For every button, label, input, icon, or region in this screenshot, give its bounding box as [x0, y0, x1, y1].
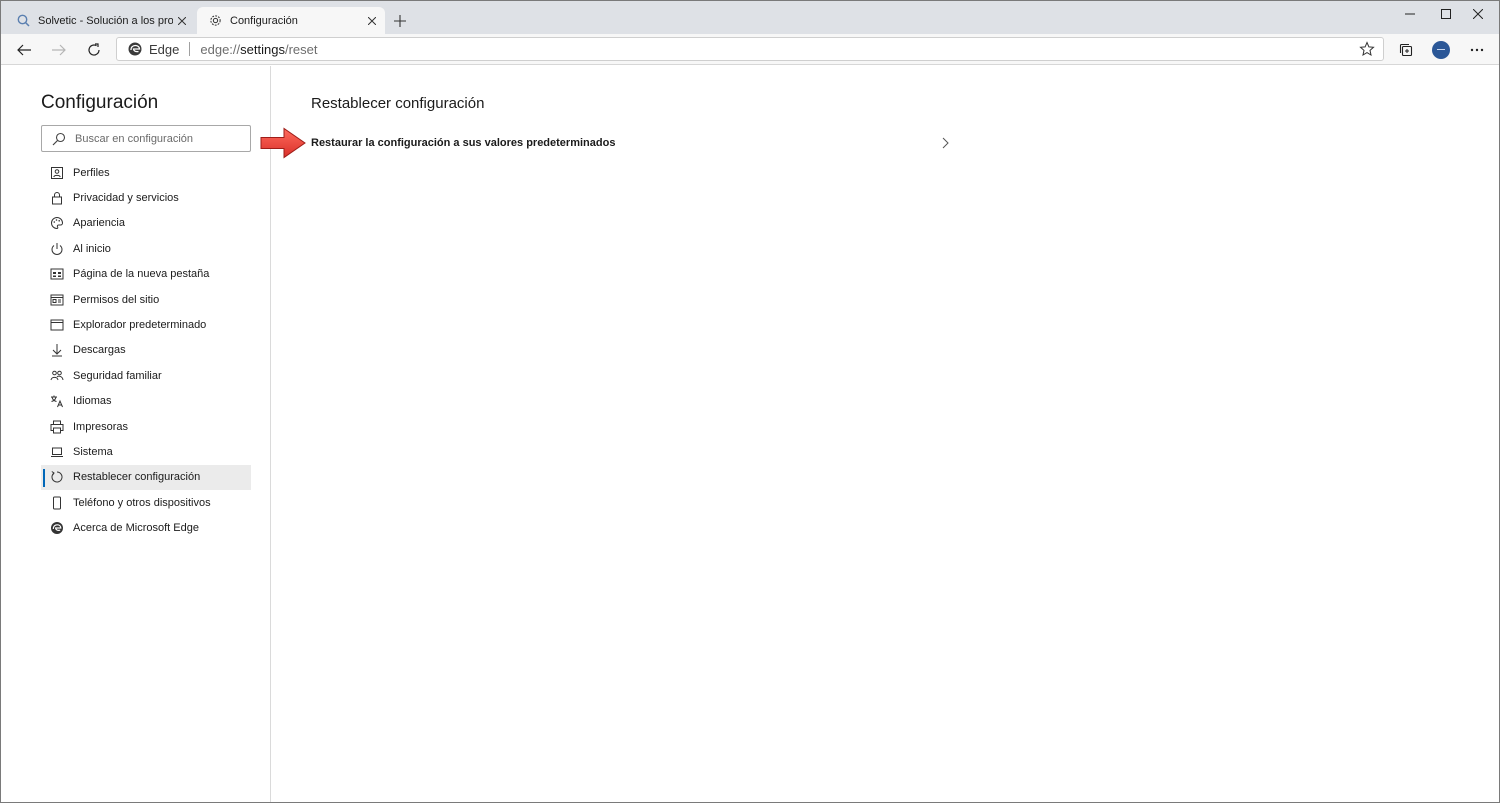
tab-title: Configuración: [230, 14, 298, 27]
sidebar-item-privacidad[interactable]: Privacidad y servicios: [41, 185, 251, 210]
annotation-arrow-icon: [260, 127, 306, 159]
lock-icon: [52, 192, 62, 205]
sidebar-item-label: Restablecer configuración: [73, 471, 201, 484]
sidebar-item-al-inicio[interactable]: Al inicio: [41, 236, 251, 261]
browser-window-icon: [50, 319, 64, 331]
sidebar-item-label: Permisos del sitio: [73, 293, 160, 306]
forward-arrow-icon: [52, 44, 66, 55]
toolbar: Edge edge://settings/reset: [1, 34, 1499, 65]
sidebar-item-label: Al inicio: [73, 242, 111, 255]
sidebar-title: Configuración: [41, 92, 159, 113]
page-title: Restablecer configuración: [311, 95, 485, 112]
back-button[interactable]: [10, 36, 38, 63]
edge-logo-icon: [51, 522, 63, 535]
sidebar-item-permisos[interactable]: Permisos del sitio: [41, 287, 251, 312]
tab-strip: Solvetic - Solución a los problem Config…: [1, 1, 1499, 34]
sidebar-item-label: Privacidad y servicios: [73, 192, 179, 205]
profile-icon: [51, 166, 63, 179]
sidebar-item-sistema[interactable]: Sistema: [41, 439, 251, 464]
search-icon: [52, 132, 66, 146]
tab-title: Solvetic - Solución a los problem: [38, 14, 173, 27]
close-icon[interactable]: [173, 12, 191, 30]
sidebar-nav: Perfiles Privacidad y servicios Aparienc…: [41, 160, 251, 541]
sidebar-item-label: Explorador predeterminado: [73, 319, 207, 332]
url-path: /reset: [284, 41, 318, 57]
profile-button[interactable]: [1427, 36, 1455, 63]
sidebar-item-impresoras[interactable]: Impresoras: [41, 414, 251, 439]
sidebar-item-label: Perfiles: [73, 166, 110, 179]
maximize-icon: [1441, 9, 1451, 19]
restore-defaults-label: Restaurar la configuración a sus valores…: [311, 137, 616, 149]
sidebar-item-idiomas[interactable]: Idiomas: [41, 389, 251, 414]
browser-window: Solvetic - Solución a los problem Config…: [0, 0, 1500, 803]
laptop-icon: [51, 447, 63, 457]
url-scheme: edge://: [200, 41, 241, 57]
favorite-star-icon[interactable]: [1359, 41, 1375, 57]
printer-icon: [50, 420, 64, 434]
search-q-icon: [15, 13, 31, 29]
sidebar-item-telefono[interactable]: Teléfono y otros dispositivos: [41, 490, 251, 515]
settings-page: Configuración Perfiles Privacidad y serv…: [1, 66, 1499, 802]
sidebar-item-descargas[interactable]: Descargas: [41, 338, 251, 363]
close-window-button[interactable]: [1455, 1, 1499, 27]
language-icon: [51, 395, 63, 408]
url-host: settings: [240, 41, 285, 57]
reset-icon: [51, 471, 63, 483]
family-icon: [50, 370, 64, 380]
sidebar-item-label: Acerca de Microsoft Edge: [73, 522, 199, 535]
gear-icon: [207, 13, 223, 29]
close-icon[interactable]: [363, 12, 381, 30]
settings-sidebar: Configuración Perfiles Privacidad y serv…: [1, 66, 271, 802]
chevron-right-icon: [942, 137, 949, 149]
download-icon: [52, 344, 62, 357]
restore-defaults-row[interactable]: Restaurar la configuración a sus valores…: [311, 130, 951, 156]
newtab-page-icon: [50, 268, 64, 280]
sidebar-item-label: Idiomas: [73, 395, 112, 408]
sidebar-item-label: Seguridad familiar: [73, 369, 162, 382]
avatar: [1432, 40, 1450, 59]
address-divider: [189, 42, 191, 56]
sidebar-item-label: Sistema: [73, 445, 113, 458]
refresh-icon: [88, 42, 100, 56]
forward-button[interactable]: [45, 36, 73, 63]
more-options-button[interactable]: [1463, 36, 1491, 63]
minimize-icon: [1405, 13, 1415, 15]
plus-icon: [394, 15, 406, 27]
palette-icon: [51, 217, 64, 230]
more-dots-icon: [1470, 48, 1484, 51]
collections-icon: [1399, 43, 1413, 56]
settings-search[interactable]: [41, 125, 251, 152]
power-icon: [51, 242, 63, 255]
sidebar-item-nueva-pestana[interactable]: Página de la nueva pestaña: [41, 262, 251, 287]
sidebar-item-label: Teléfono y otros dispositivos: [73, 496, 211, 509]
sidebar-item-label: Impresoras: [73, 420, 129, 433]
sidebar-item-label: Página de la nueva pestaña: [73, 268, 210, 281]
sidebar-item-label: Descargas: [73, 344, 126, 357]
refresh-button[interactable]: [80, 36, 108, 63]
sidebar-item-restablecer[interactable]: Restablecer configuración: [41, 464, 251, 491]
sidebar-item-explorador[interactable]: Explorador predeterminado: [41, 312, 251, 337]
new-tab-button[interactable]: [389, 10, 411, 32]
collections-button[interactable]: [1392, 36, 1420, 63]
sidebar-item-seguridad-familiar[interactable]: Seguridad familiar: [41, 363, 251, 388]
sidebar-item-apariencia[interactable]: Apariencia: [41, 211, 251, 236]
edge-logo-icon: [127, 41, 143, 57]
main-panel: Restablecer configuración Restaurar la c…: [271, 66, 1499, 802]
back-arrow-icon: [17, 44, 31, 55]
search-input[interactable]: [75, 132, 240, 145]
tab-solvetic[interactable]: Solvetic - Solución a los problem: [5, 7, 195, 34]
site-permissions-icon: [50, 294, 64, 306]
close-icon: [1473, 9, 1483, 19]
site-name: Edge: [149, 41, 180, 57]
sidebar-item-label: Apariencia: [73, 217, 125, 230]
sidebar-item-perfiles[interactable]: Perfiles: [41, 160, 251, 185]
phone-icon: [53, 496, 61, 510]
address-bar[interactable]: Edge edge://settings/reset: [116, 37, 1384, 61]
sidebar-item-acerca[interactable]: Acerca de Microsoft Edge: [41, 515, 251, 540]
tab-configuracion[interactable]: Configuración: [197, 7, 385, 34]
